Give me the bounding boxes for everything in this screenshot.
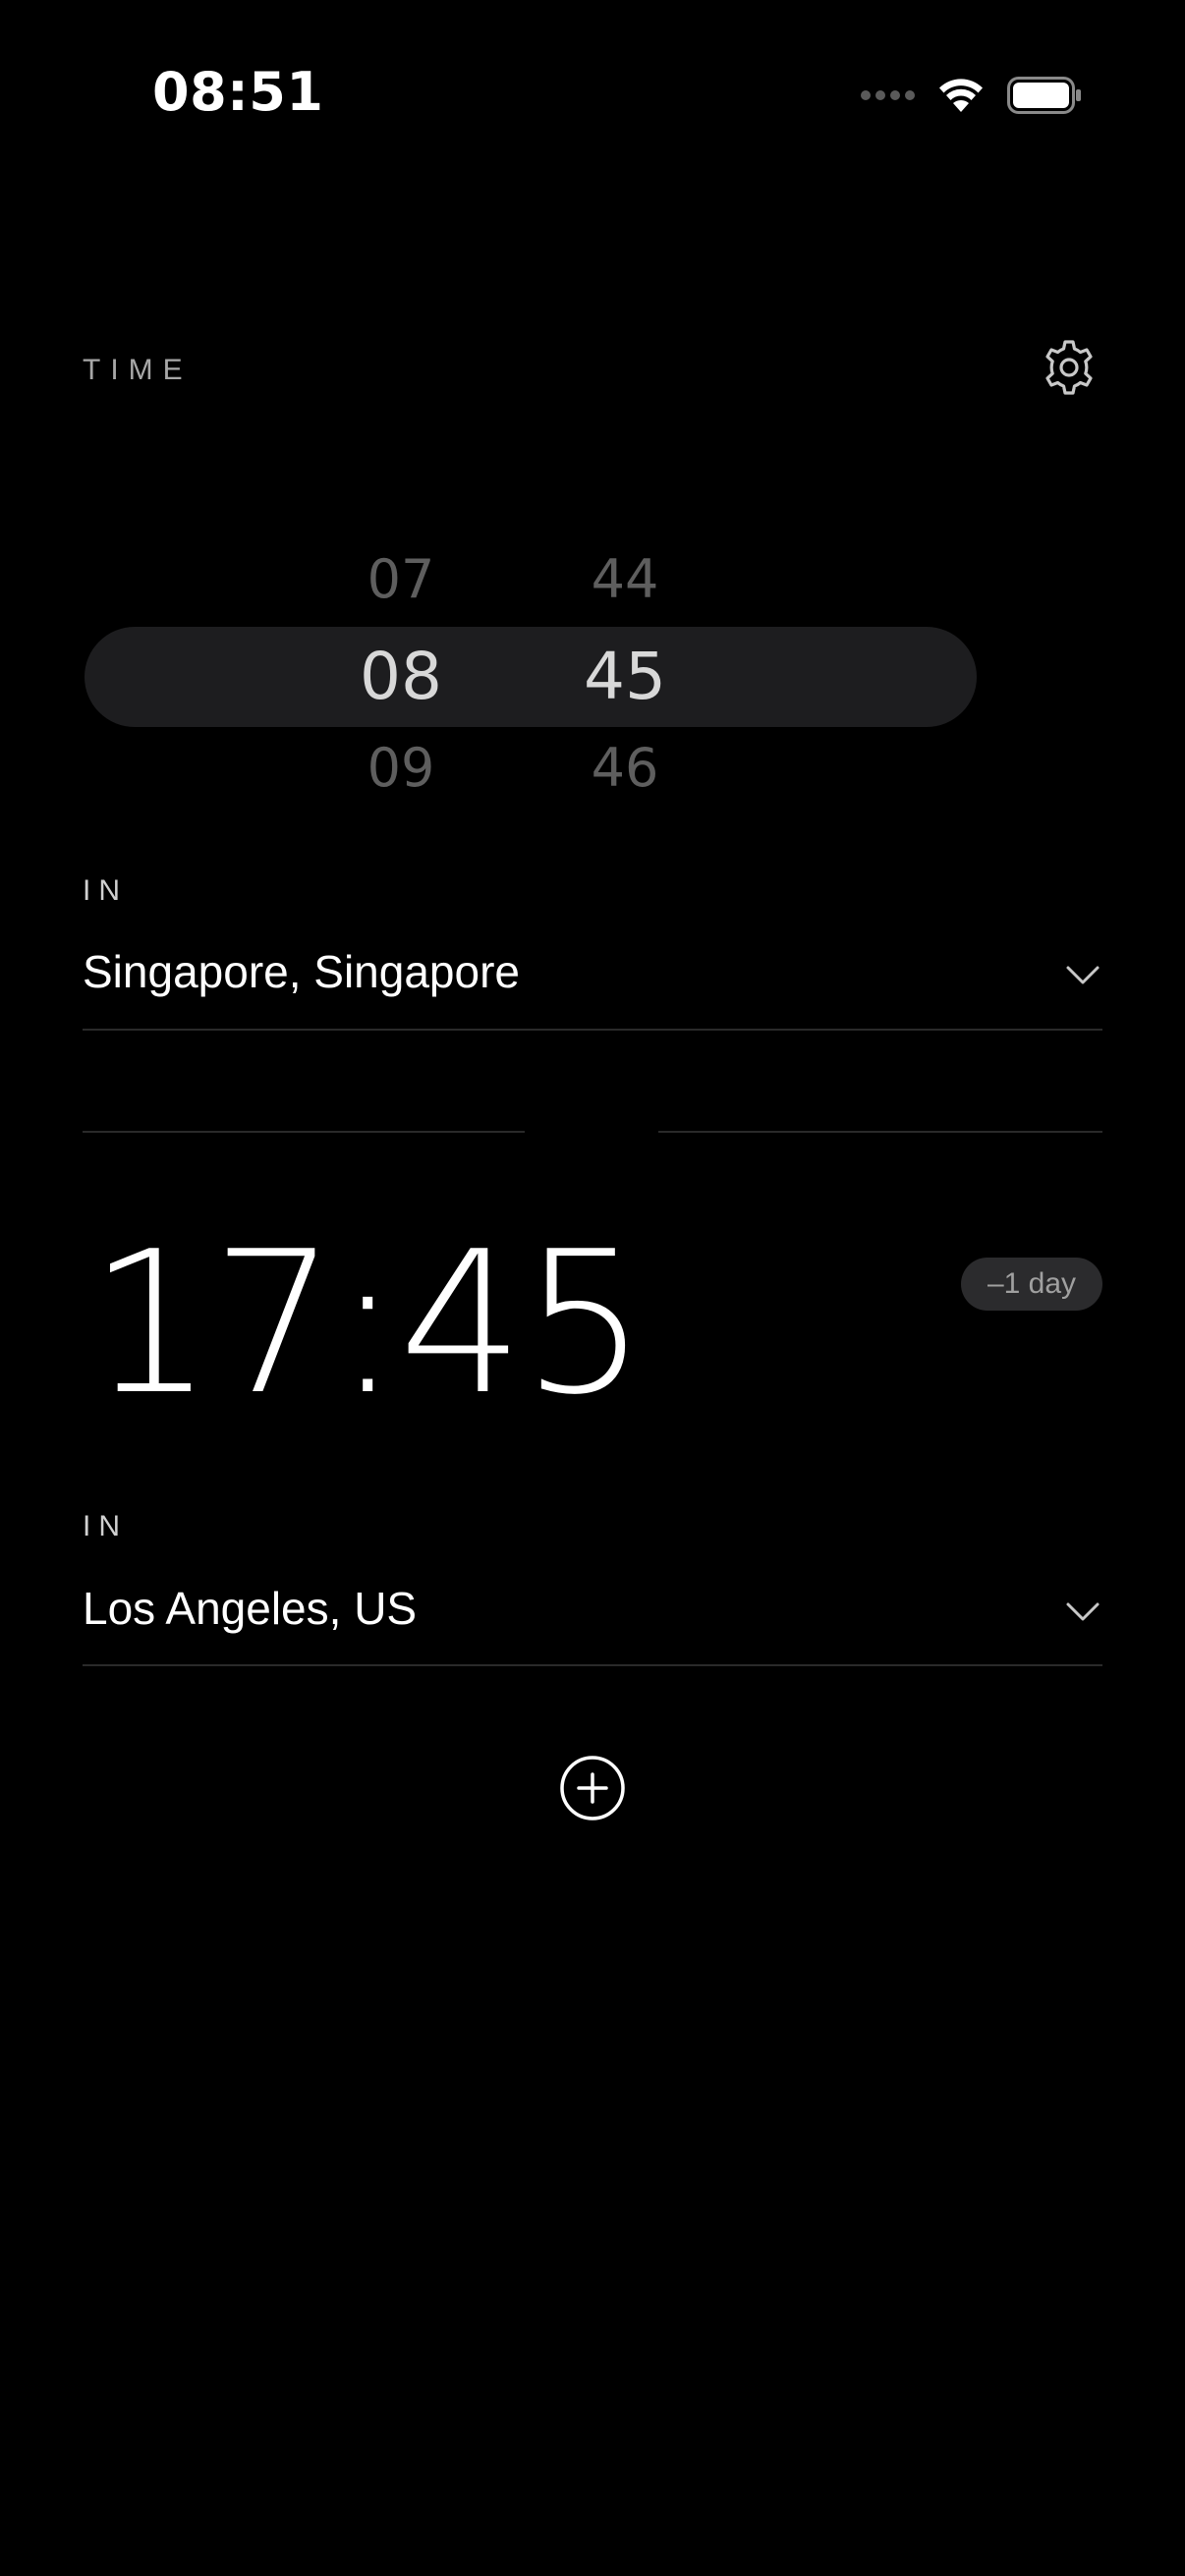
section-divider-left bbox=[83, 1131, 525, 1133]
day-offset-badge: –1 day bbox=[961, 1258, 1102, 1311]
hour-option-selected[interactable]: 08 bbox=[342, 639, 460, 714]
minute-option-prev[interactable]: 44 bbox=[566, 548, 684, 610]
chevron-down-icon bbox=[1066, 966, 1100, 984]
hour-option-next[interactable]: 09 bbox=[342, 737, 460, 799]
status-bar-time: 08:51 bbox=[152, 61, 324, 123]
target-city-divider bbox=[83, 1664, 1102, 1666]
section-divider-right bbox=[658, 1131, 1102, 1133]
target-city-dropdown[interactable]: Los Angeles, US bbox=[83, 1572, 1102, 1651]
source-city-name: Singapore, Singapore bbox=[83, 946, 520, 997]
plus-circle-icon[interactable] bbox=[559, 1755, 626, 1821]
gear-icon[interactable] bbox=[1040, 338, 1099, 397]
target-city-name: Los Angeles, US bbox=[83, 1583, 418, 1634]
source-city-divider bbox=[83, 1029, 1102, 1031]
status-bar-indicators bbox=[861, 69, 1082, 122]
target-location-label: IN bbox=[83, 1510, 128, 1542]
minute-option-next[interactable]: 46 bbox=[566, 737, 684, 799]
hour-option-prev[interactable]: 07 bbox=[342, 548, 460, 610]
converted-time: 17:45 bbox=[88, 1209, 647, 1438]
source-location-label: IN bbox=[83, 874, 128, 907]
source-city-dropdown[interactable]: Singapore, Singapore bbox=[83, 935, 1102, 1014]
cellular-signal-icon bbox=[861, 90, 915, 100]
chevron-down-icon bbox=[1066, 1602, 1100, 1621]
wifi-icon bbox=[939, 79, 983, 112]
page-title: TIME bbox=[83, 354, 193, 386]
time-picker-selection-highlight bbox=[85, 627, 977, 727]
minute-option-selected[interactable]: 45 bbox=[566, 639, 684, 714]
battery-icon bbox=[1007, 77, 1081, 114]
